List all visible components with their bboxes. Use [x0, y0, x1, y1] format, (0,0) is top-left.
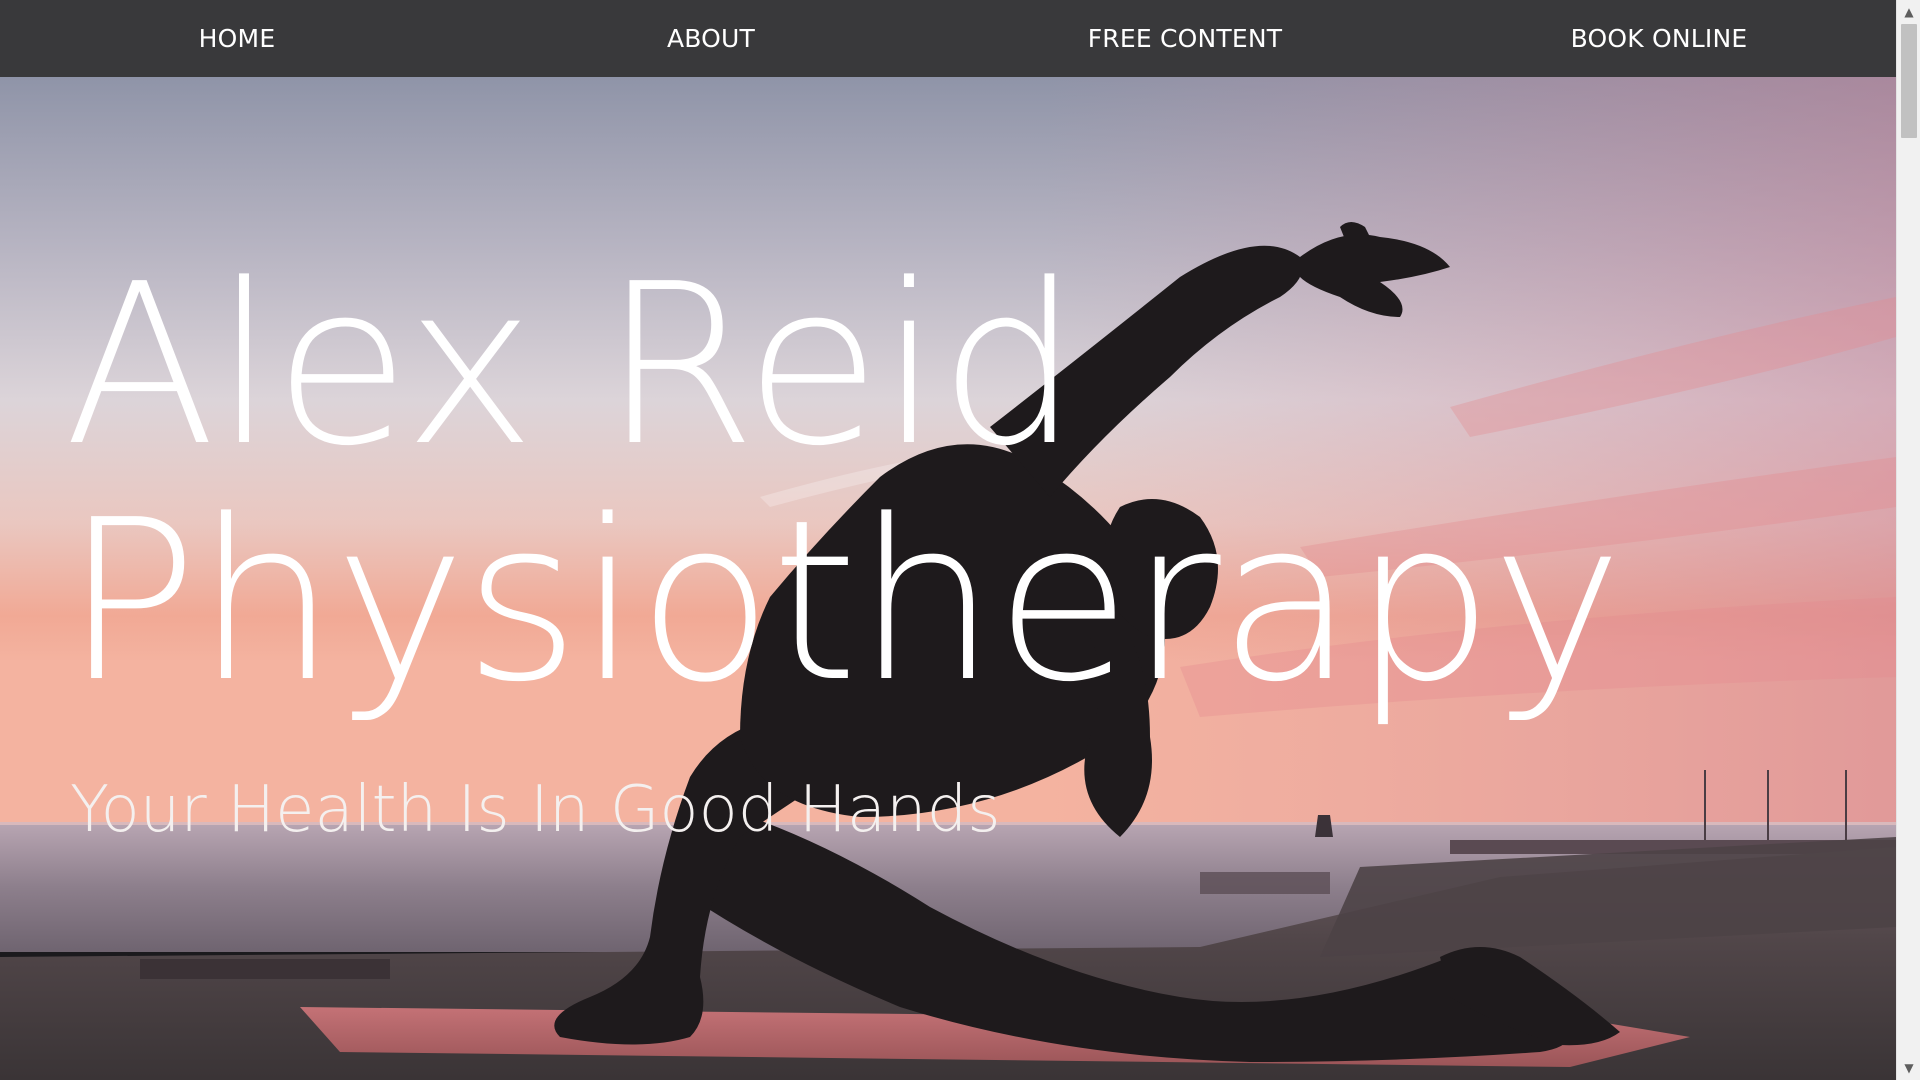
scroll-down-arrow-icon[interactable]: ▼ — [1897, 1058, 1920, 1078]
scroll-thumb[interactable] — [1901, 24, 1917, 138]
hero-section: Alex Reid Physiotherapy Your Health Is I… — [0, 77, 1896, 1080]
main-navbar: HOME ABOUT FREE CONTENT BOOK ONLINE — [0, 0, 1896, 77]
page-scrollbar[interactable]: ▲ ▼ — [1896, 0, 1920, 1080]
nav-book-online[interactable]: BOOK ONLINE — [1422, 0, 1896, 77]
scroll-up-arrow-icon[interactable]: ▲ — [1897, 2, 1920, 22]
nav-home-label: HOME — [198, 24, 276, 53]
page-viewport: HOME ABOUT FREE CONTENT BOOK ONLINE Alex… — [0, 0, 1896, 1080]
nav-free-content-label: FREE CONTENT — [1087, 24, 1283, 53]
hero-title-line-2: Physiotherapy — [64, 473, 1623, 731]
nav-home[interactable]: HOME — [0, 0, 474, 77]
nav-free-content[interactable]: FREE CONTENT — [948, 0, 1422, 77]
nav-about[interactable]: ABOUT — [474, 0, 948, 77]
hero-tagline: Your Health Is In Good Hands — [70, 773, 1001, 847]
nav-book-online-label: BOOK ONLINE — [1570, 24, 1748, 53]
hero-title-line-1: Alex Reid — [64, 237, 1080, 495]
nav-about-label: ABOUT — [666, 24, 756, 53]
